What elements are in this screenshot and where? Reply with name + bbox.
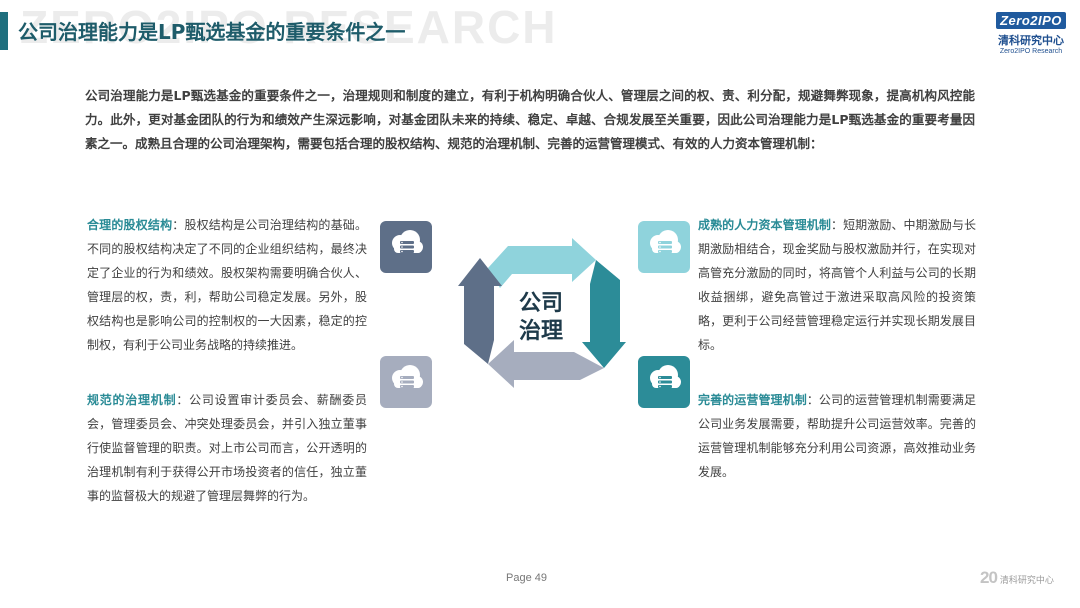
operations-management-block: 完善的运营管理机制：公司的运营管理机制需要满足公司业务发展需要，帮助提升公司运营… xyxy=(698,388,976,484)
intro-paragraph: 公司治理能力是LP甄选基金的重要条件之一，治理规则和制度的建立，有利于机构明确合… xyxy=(85,88,975,151)
block-heading: 成熟的人力资本管理机制 xyxy=(698,218,831,232)
block-body: ：公司设置审计委员会、薪酬委员会，管理委员会、冲突处理委员会，并引入独立董事行使… xyxy=(87,393,367,503)
block-heading: 完善的运营管理机制 xyxy=(698,393,807,407)
logo-en: Zero2IPO Research xyxy=(999,48,1063,55)
human-capital-block: 成熟的人力资本管理机制：短期激励、中期激励与长期激励相结合，现金奖励与股权激励并… xyxy=(698,213,976,357)
footer-logo: 20 清科研究中心 xyxy=(980,568,1054,588)
footer-logo-cn: 清科研究中心 xyxy=(999,576,1054,586)
logo-cn: 清科研究中心 xyxy=(998,34,1064,47)
governance-mechanism-block: 规范的治理机制：公司设置审计委员会、薪酬委员会，管理委员会、冲突处理委员会，并引… xyxy=(87,388,367,508)
governance-cycle-diagram: 公司 治理 xyxy=(456,238,626,388)
cloud-server-icon xyxy=(380,356,432,408)
cycle-arrow-top xyxy=(488,238,596,288)
center-label-line2: 治理 xyxy=(519,318,563,344)
block-heading: 合理的股权结构 xyxy=(87,218,173,232)
center-label-line1: 公司 xyxy=(519,291,563,316)
block-body: ：短期激励、中期激励与长期激励相结合，现金奖励与股权激励并行，在实现对高管充分激… xyxy=(698,218,976,352)
equity-structure-block: 合理的股权结构：股权结构是公司治理结构的基础。不同的股权结构决定了不同的企业组织… xyxy=(87,213,367,357)
page-number: Page 49 xyxy=(506,572,547,584)
brand-logo: Zero2IPO 清科研究中心 Zero2IPO Research xyxy=(994,10,1068,55)
title-accent-bar xyxy=(0,12,8,50)
cloud-server-icon xyxy=(638,221,690,273)
footer-logo-num: 20 xyxy=(980,568,998,587)
cloud-server-icon xyxy=(638,356,690,408)
block-heading: 规范的治理机制 xyxy=(87,393,177,407)
logo-mark: Zero2IPO xyxy=(996,12,1066,29)
cycle-arrow-right xyxy=(582,260,626,368)
cloud-server-icon xyxy=(380,221,432,273)
page-title: 公司治理能力是LP甄选基金的重要条件之一 xyxy=(18,20,406,44)
block-body: ：股权结构是公司治理结构的基础。不同的股权结构决定了不同的企业组织结构，最终决定… xyxy=(87,218,367,352)
